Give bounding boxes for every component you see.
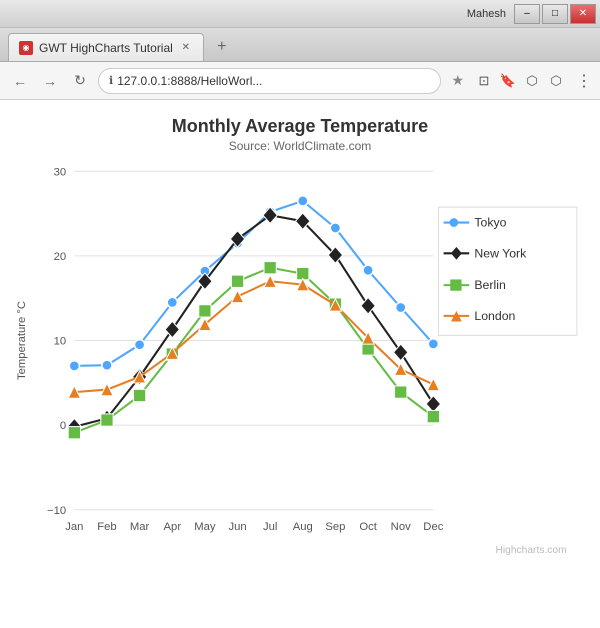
tab-close-button[interactable]: ✕ — [179, 41, 193, 55]
tokyo-line — [74, 201, 433, 366]
extension-icon-4[interactable]: ⬡ — [546, 71, 566, 91]
svg-text:Apr: Apr — [164, 521, 182, 533]
back-button[interactable]: ← — [8, 69, 32, 93]
close-button[interactable]: ✕ — [570, 4, 596, 24]
svg-text:May: May — [194, 521, 216, 533]
address-bar: ← → ↻ ℹ 127.0.0.1:8888/HelloWorl... ★ ⊡ … — [0, 62, 600, 100]
extension-icon-3[interactable]: ⬡ — [522, 71, 542, 91]
svg-text:Dec: Dec — [423, 521, 443, 533]
maximize-button[interactable]: □ — [542, 4, 568, 24]
chart-title: Monthly Average Temperature — [10, 116, 590, 137]
london-line — [74, 281, 433, 392]
svg-text:Tokyo: Tokyo — [474, 216, 506, 230]
chart-svg: 30 20 10 0 −10 Temperature °C Jan Feb Ma… — [10, 161, 590, 561]
browser-tab[interactable]: ◉ GWT HighCharts Tutorial ✕ — [8, 33, 204, 61]
svg-text:Highcharts.com: Highcharts.com — [495, 545, 566, 556]
newyork-line — [74, 215, 433, 427]
secure-icon: ℹ — [109, 74, 113, 87]
tab-title: GWT HighCharts Tutorial — [39, 41, 173, 55]
svg-text:Mar: Mar — [130, 521, 150, 533]
forward-button[interactable]: → — [38, 69, 62, 93]
svg-text:−10: −10 — [47, 505, 66, 517]
username-label: Mahesh — [467, 8, 506, 20]
svg-text:20: 20 — [54, 251, 67, 263]
url-text: 127.0.0.1:8888/HelloWorl... — [117, 74, 262, 88]
url-bar[interactable]: ℹ 127.0.0.1:8888/HelloWorl... — [98, 68, 441, 94]
svg-text:Feb: Feb — [97, 521, 116, 533]
svg-text:Oct: Oct — [359, 521, 377, 533]
svg-text:Aug: Aug — [293, 521, 313, 533]
svg-text:Temperature °C: Temperature °C — [16, 301, 28, 380]
svg-text:Jun: Jun — [228, 521, 246, 533]
svg-text:10: 10 — [54, 336, 67, 348]
refresh-button[interactable]: ↻ — [68, 69, 92, 93]
extension-icon-1[interactable]: ⊡ — [474, 71, 494, 91]
svg-text:Jul: Jul — [263, 521, 277, 533]
svg-text:Berlin: Berlin — [474, 278, 506, 292]
chart-area: 30 20 10 0 −10 Temperature °C Jan Feb Ma… — [10, 161, 590, 561]
tab-favicon: ◉ — [19, 41, 33, 55]
toolbar-icons: ⊡ 🔖 ⬡ ⬡ — [474, 71, 566, 91]
svg-text:0: 0 — [60, 420, 66, 432]
chrome-menu-button[interactable]: ⋮ — [576, 71, 592, 91]
chart-subtitle: Source: WorldClimate.com — [10, 139, 590, 153]
tab-bar: ◉ GWT HighCharts Tutorial ✕ + — [0, 28, 600, 62]
bookmark-button[interactable]: ★ — [451, 72, 464, 89]
page-content: Monthly Average Temperature Source: Worl… — [0, 100, 600, 628]
svg-text:Jan: Jan — [65, 521, 83, 533]
title-bar: Mahesh – □ ✕ — [0, 0, 600, 28]
svg-text:Sep: Sep — [325, 521, 345, 533]
extension-icon-2[interactable]: 🔖 — [498, 71, 518, 91]
svg-text:Nov: Nov — [391, 521, 411, 533]
svg-text:30: 30 — [54, 166, 67, 178]
window-controls: – □ ✕ — [514, 4, 596, 24]
new-tab-button[interactable]: + — [208, 33, 236, 61]
svg-text:New York: New York — [474, 246, 527, 260]
minimize-button[interactable]: – — [514, 4, 540, 24]
svg-text:London: London — [474, 309, 515, 323]
